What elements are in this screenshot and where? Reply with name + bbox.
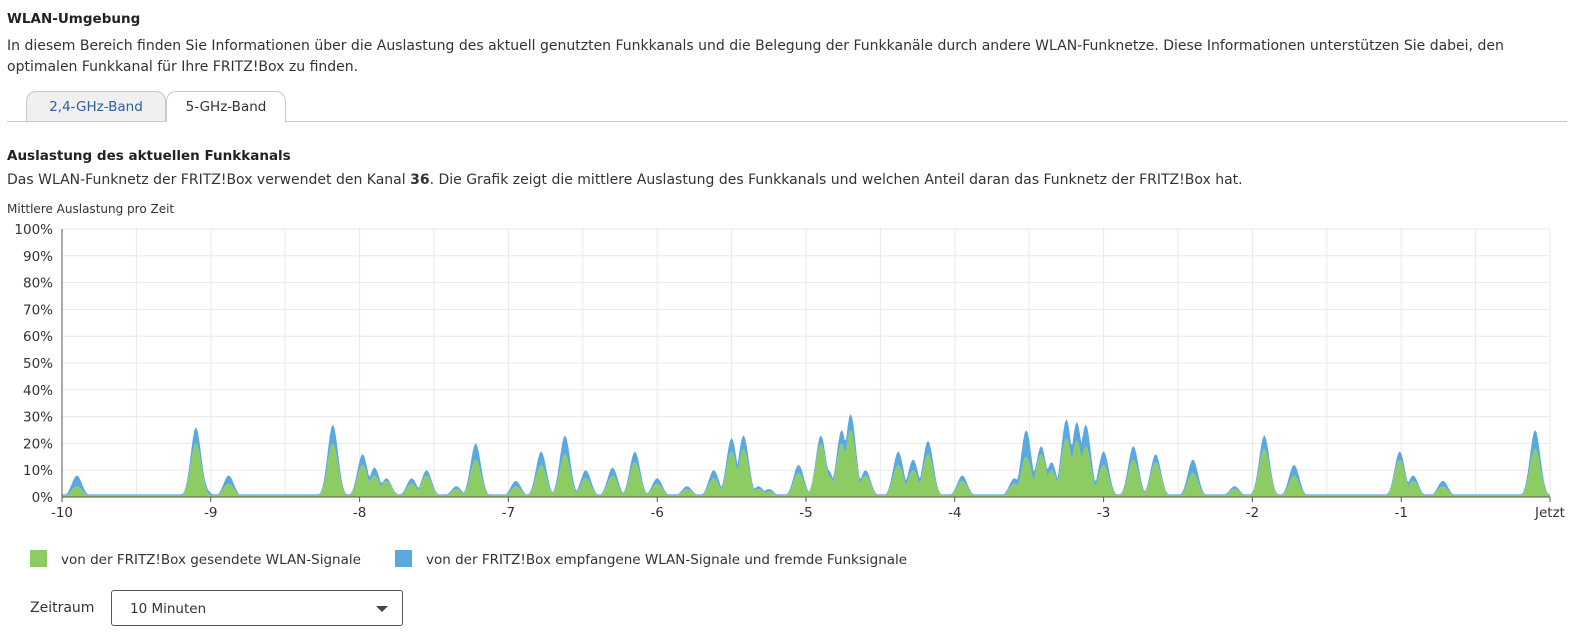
x-tick-label: -2 bbox=[1246, 505, 1259, 521]
legend-received-swatch bbox=[395, 550, 412, 567]
x-tick-label: -6 bbox=[650, 505, 663, 521]
y-tick-label: 100% bbox=[14, 222, 53, 238]
section-description: Das WLAN-Funknetz der FRITZ!Box verwende… bbox=[7, 172, 1243, 188]
x-tick-label: -9 bbox=[204, 505, 217, 521]
tab-2-4-ghz[interactable]: 2,4-GHz-Band bbox=[26, 91, 166, 121]
page: WLAN-Umgebung In diesem Bereich finden S… bbox=[0, 0, 1591, 642]
description-part-1: Das WLAN-Funknetz der FRITZ!Box verwende… bbox=[7, 172, 411, 188]
legend-sent-swatch bbox=[30, 550, 47, 567]
x-tick-label: -4 bbox=[948, 505, 961, 521]
legend-sent: von der FRITZ!Box gesendete WLAN-Signale bbox=[30, 550, 361, 568]
channel-number: 36 bbox=[410, 172, 430, 188]
x-tick-label: -3 bbox=[1097, 505, 1110, 521]
y-tick-label: 0% bbox=[32, 490, 54, 506]
legend-received-label: von der FRITZ!Box empfangene WLAN-Signal… bbox=[426, 552, 908, 568]
period-selected-value: 10 Minuten bbox=[130, 601, 207, 617]
intro-text: In diesem Bereich finden Sie Information… bbox=[7, 38, 1504, 75]
legend-sent-label: von der FRITZ!Box gesendete WLAN-Signale bbox=[61, 552, 361, 568]
x-tick-label: -7 bbox=[502, 505, 515, 521]
y-tick-label: 40% bbox=[23, 383, 53, 399]
legend-received: von der FRITZ!Box empfangene WLAN-Signal… bbox=[395, 550, 907, 568]
description-part-2: . Die Grafik zeigt die mittlere Auslastu… bbox=[429, 172, 1243, 188]
y-tick-label: 50% bbox=[23, 356, 53, 372]
tab-5-ghz[interactable]: 5-GHz-Band bbox=[166, 91, 286, 122]
y-tick-label: 60% bbox=[23, 329, 53, 345]
x-tick-label: -5 bbox=[799, 505, 812, 521]
period-label: Zeitraum bbox=[30, 600, 95, 616]
x-tick-label: -10 bbox=[51, 505, 73, 521]
y-tick-label: 80% bbox=[23, 276, 53, 292]
section-title: Auslastung des aktuellen Funkkanals bbox=[7, 148, 291, 164]
y-tick-label: 20% bbox=[23, 436, 53, 452]
chevron-down-icon bbox=[376, 606, 388, 612]
period-select[interactable]: 10 Minuten bbox=[111, 590, 403, 626]
y-tick-label: 90% bbox=[23, 249, 53, 265]
x-tick-label: -1 bbox=[1394, 505, 1407, 521]
x-tick-label: -8 bbox=[353, 505, 366, 521]
x-tick-label: Jetzt bbox=[1534, 505, 1565, 521]
y-tick-label: 10% bbox=[23, 463, 53, 479]
y-tick-label: 30% bbox=[23, 410, 53, 426]
page-title: WLAN-Umgebung bbox=[7, 11, 141, 27]
utilization-chart: 0% 10% 20% 30% 40% 50% 60% 70% 80% 90% 100% -10 -9 -8… bbox=[14, 222, 1565, 521]
band-tabs: 2,4-GHz-Band 5-GHz-Band bbox=[7, 91, 1567, 122]
y-tick-label: 70% bbox=[23, 302, 53, 318]
chart-label: Mittlere Auslastung pro Zeit bbox=[7, 202, 175, 216]
